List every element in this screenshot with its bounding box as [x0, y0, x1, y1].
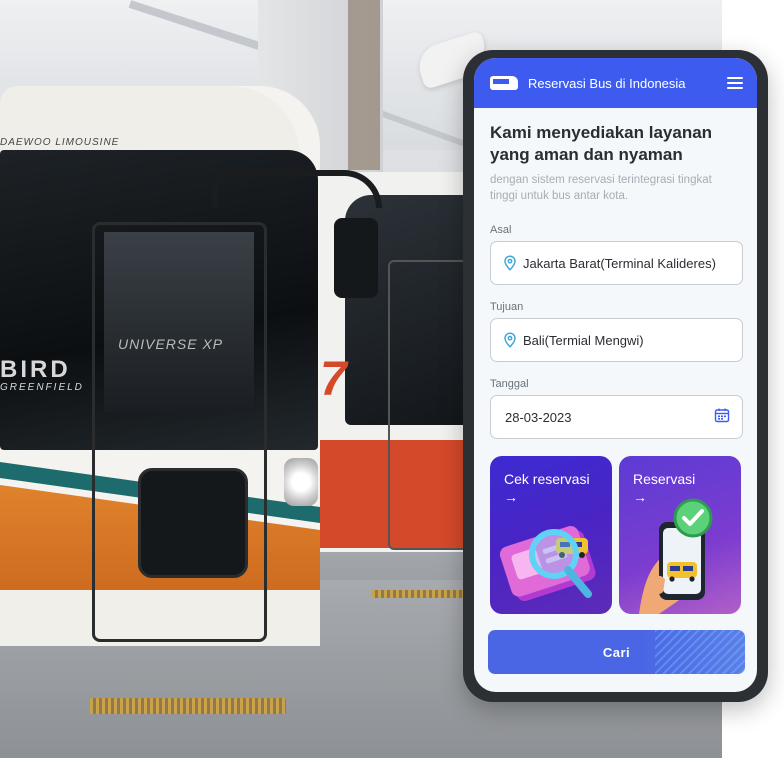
front-bus-door [92, 222, 267, 642]
bus-brand-text: GREENFIELD [0, 382, 84, 393]
cari-button[interactable]: Cari [488, 630, 745, 674]
reservasi-card[interactable]: Reservasi → [619, 456, 741, 614]
bus-mirror-arm [212, 170, 382, 208]
tanggal-value: 28-03-2023 [505, 409, 572, 425]
ticket-magnifier-illustration [499, 525, 596, 602]
tactile-paving [90, 698, 286, 714]
hero-heading: Kami menyediakan layanan yang aman dan n… [490, 123, 713, 164]
tujuan-label: Tujuan [490, 301, 524, 313]
app-header: Reservasi Bus di Indonesia [474, 58, 757, 108]
tujuan-value: Bali(Termial Mengwi) [523, 332, 644, 348]
location-pin-icon [503, 332, 517, 348]
asal-value: Jakarta Barat(Terminal Kalideres) [523, 255, 716, 271]
tanggal-field[interactable]: 28-03-2023 [490, 395, 743, 439]
front-bus-headlight [284, 458, 318, 506]
bus-mirror [334, 218, 378, 298]
rear-bus-door [388, 260, 468, 550]
cek-reservasi-card[interactable]: Cek reservasi → [490, 456, 612, 614]
hero-subtext: dengan sistem reservasi terintegrasi tin… [490, 174, 712, 202]
tujuan-field[interactable]: Bali(Termial Mengwi) [490, 318, 743, 362]
hamburger-menu-icon[interactable] [727, 77, 743, 89]
phone-screen: Reservasi Bus di Indonesia Kami menyedia… [474, 58, 757, 692]
phone-checkmark-illustration [639, 498, 713, 614]
tactile-paving [372, 590, 467, 598]
terminal-pillar-shadow [348, 0, 380, 170]
bus-brand-text: DAEWOO LIMOUSINE [0, 137, 120, 148]
bus-brand-text: BIRD [0, 356, 71, 383]
location-pin-icon [503, 255, 517, 271]
button-pattern [655, 630, 745, 674]
cari-button-label: Cari [602, 644, 631, 660]
bus-icon [490, 76, 518, 90]
rear-bus-logo: 7 [320, 353, 347, 406]
front-bus-side-window [138, 468, 248, 578]
app-title: Reservasi Bus di Indonesia [528, 75, 686, 91]
tanggal-label: Tanggal [490, 378, 529, 390]
calendar-icon[interactable] [714, 407, 730, 428]
asal-label: Asal [490, 224, 512, 236]
asal-field[interactable]: Jakarta Barat(Terminal Kalideres) [490, 241, 743, 285]
bus-brand-text: UNIVERSE XP [118, 336, 224, 352]
